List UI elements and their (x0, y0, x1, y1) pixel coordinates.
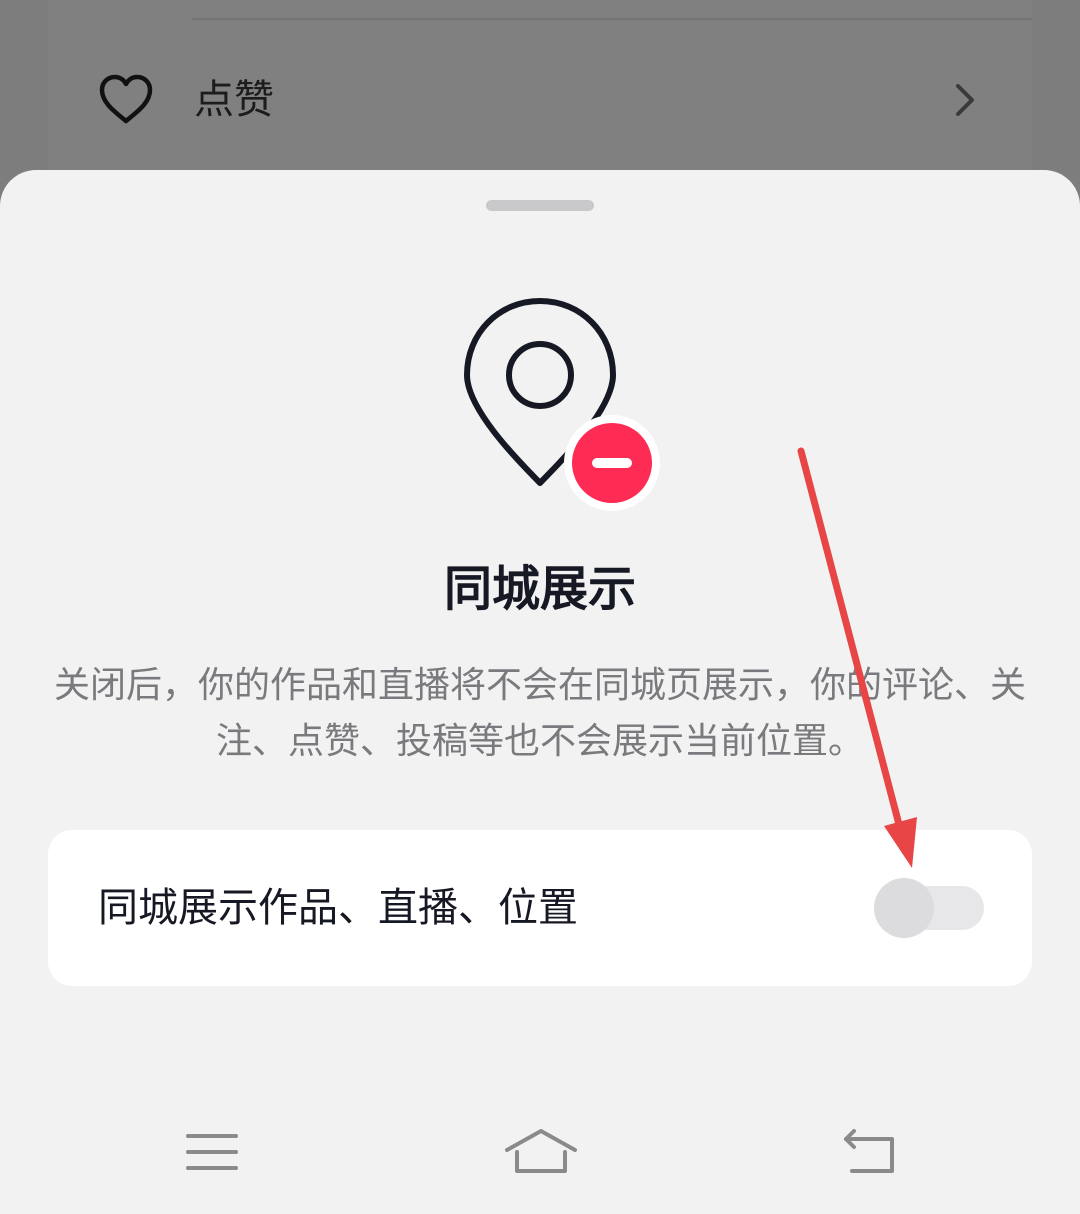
location-pin-off-icon (464, 298, 660, 511)
back-icon[interactable] (842, 1128, 896, 1174)
nearby-display-toggle[interactable] (874, 878, 984, 938)
setting-label: 同城展示作品、直播、位置 (98, 885, 578, 931)
sheet-drag-handle[interactable] (486, 200, 594, 211)
nearby-display-setting: 同城展示作品、直播、位置 (48, 830, 1032, 986)
home-icon[interactable] (505, 1128, 577, 1174)
likes-label: 点赞 (194, 77, 274, 123)
toggle-knob (874, 878, 934, 938)
likes-row[interactable]: 点赞 (48, 40, 1032, 160)
bottom-sheet: 同城展示 关闭后，你的作品和直播将不会在同城页展示，你的评论、关注、点赞、投稿等… (0, 170, 1080, 1214)
chevron-right-icon (956, 84, 974, 116)
sheet-title: 同城展示 (443, 561, 636, 617)
divider (192, 18, 1032, 20)
sheet-description: 关闭后，你的作品和直播将不会在同城页展示，你的评论、关注、点赞、投稿等也不会展示… (53, 665, 1026, 762)
heart-icon (99, 74, 153, 124)
menu-icon[interactable] (186, 1132, 238, 1172)
